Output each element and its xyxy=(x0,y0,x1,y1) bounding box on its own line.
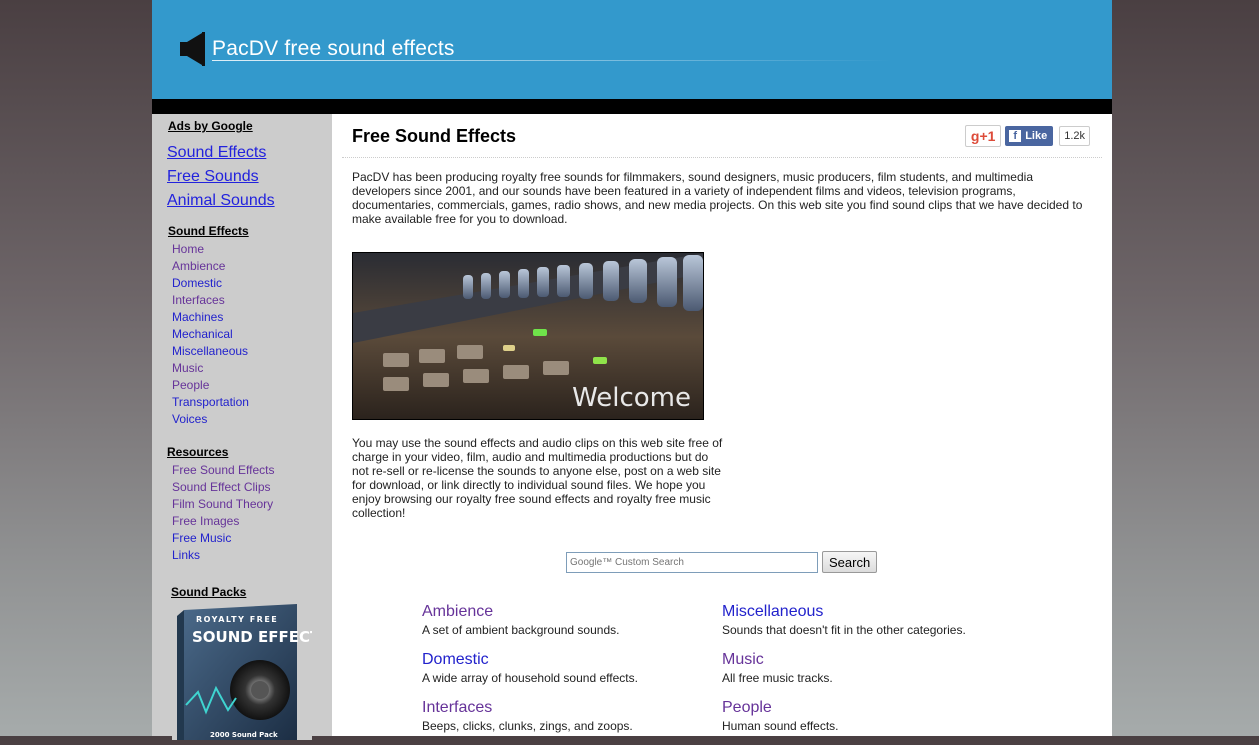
sidebar-item-free-music[interactable]: Free Music xyxy=(172,530,275,547)
title-divider xyxy=(342,157,1102,159)
category-link-domestic[interactable]: Domestic xyxy=(422,650,722,670)
intro-paragraph: PacDV has been producing royalty free so… xyxy=(352,170,1083,226)
search-button[interactable]: Search xyxy=(822,551,878,573)
search-form: Search xyxy=(566,551,878,573)
category-link-miscellaneous[interactable]: Miscellaneous xyxy=(722,602,1022,622)
category-item: Interfaces Beeps, clicks, clunks, zings,… xyxy=(422,698,722,734)
category-link-music[interactable]: Music xyxy=(722,650,1022,670)
sidebar-item-domestic[interactable]: Domestic xyxy=(172,275,249,292)
main-content: Free Sound Effects g+1 f Like 1.2k PacDV… xyxy=(342,114,1102,736)
sidebar-item-links[interactable]: Links xyxy=(172,547,275,564)
sidebar-item-free-sound-effects[interactable]: Free Sound Effects xyxy=(172,462,275,479)
category-desc: Sounds that doesn't fit in the other cat… xyxy=(722,623,966,637)
resources-heading: Resources xyxy=(167,445,229,459)
site-title: PacDV free sound effects xyxy=(212,37,455,60)
welcome-banner-image: Welcome xyxy=(352,252,704,420)
sound-effects-nav: Home Ambience Domestic Interfaces Machin… xyxy=(172,241,249,428)
gplus-button[interactable]: g+1 xyxy=(965,125,1002,147)
sidebar-item-interfaces[interactable]: Interfaces xyxy=(172,292,249,309)
ad-link-sound-effects[interactable]: Sound Effects xyxy=(167,141,275,165)
social-buttons: g+1 f Like 1.2k xyxy=(965,125,1090,147)
ads-heading[interactable]: Ads by Google xyxy=(168,119,253,133)
sidebar: Ads by Google Sound Effects Free Sounds … xyxy=(152,114,332,740)
sidebar-item-miscellaneous[interactable]: Miscellaneous xyxy=(172,343,249,360)
category-desc: Beeps, clicks, clunks, zings, and zoops. xyxy=(422,719,633,733)
ads-links: Sound Effects Free Sounds Animal Sounds xyxy=(167,141,275,213)
sidebar-item-free-images[interactable]: Free Images xyxy=(172,513,275,530)
header-divider xyxy=(212,60,892,61)
category-link-people[interactable]: People xyxy=(722,698,1022,718)
sidebar-item-music[interactable]: Music xyxy=(172,360,249,377)
sidebar-item-ambience[interactable]: Ambience xyxy=(172,258,249,275)
sidebar-item-people[interactable]: People xyxy=(172,377,249,394)
usage-paragraph: You may use the sound effects and audio … xyxy=(352,436,723,520)
sidebar-item-film-sound-theory[interactable]: Film Sound Theory xyxy=(172,496,275,513)
sidebar-item-home[interactable]: Home xyxy=(172,241,249,258)
nav-bar xyxy=(152,99,1112,114)
sound-effects-heading: Sound Effects xyxy=(168,224,249,238)
sound-pack-line1: ROYALTY FREE xyxy=(196,615,278,624)
facebook-icon: f xyxy=(1009,130,1022,142)
resources-nav: Free Sound Effects Sound Effect Clips Fi… xyxy=(172,462,275,564)
welcome-text: Welcome xyxy=(572,383,691,413)
category-desc: A wide array of household sound effects. xyxy=(422,671,638,685)
search-input[interactable] xyxy=(566,551,818,573)
sound-pack-line3: 2000 Sound Pack xyxy=(210,731,278,739)
sidebar-item-machines[interactable]: Machines xyxy=(172,309,249,326)
category-item: People Human sound effects. xyxy=(722,698,1022,734)
sidebar-item-sound-effect-clips[interactable]: Sound Effect Clips xyxy=(172,479,275,496)
category-link-ambience[interactable]: Ambience xyxy=(422,602,722,622)
category-desc: All free music tracks. xyxy=(722,671,833,685)
sound-packs-heading: Sound Packs xyxy=(171,585,247,599)
speaker-icon xyxy=(180,32,206,66)
facebook-like-button[interactable]: f Like xyxy=(1005,126,1054,146)
like-count: 1.2k xyxy=(1059,126,1090,146)
page: PacDV free sound effects Ads by Google S… xyxy=(152,0,1112,740)
sound-pack-image[interactable]: ROYALTY FREE SOUND EFFECTS 2000 Sound Pa… xyxy=(172,600,331,740)
ad-link-free-sounds[interactable]: Free Sounds xyxy=(167,165,275,189)
sound-pack-line2: SOUND EFFECTS xyxy=(192,628,312,646)
category-item: Miscellaneous Sounds that doesn't fit in… xyxy=(722,602,1022,638)
page-title: Free Sound Effects xyxy=(352,126,517,146)
category-item: Music All free music tracks. xyxy=(722,650,1022,686)
sidebar-item-voices[interactable]: Voices xyxy=(172,411,249,428)
category-desc: A set of ambient background sounds. xyxy=(422,623,620,637)
category-link-interfaces[interactable]: Interfaces xyxy=(422,698,722,718)
sidebar-item-transportation[interactable]: Transportation xyxy=(172,394,249,411)
category-item: Domestic A wide array of household sound… xyxy=(422,650,722,686)
category-item: Ambience A set of ambient background sou… xyxy=(422,602,722,638)
ad-link-animal-sounds[interactable]: Animal Sounds xyxy=(167,189,275,213)
site-header: PacDV free sound effects xyxy=(152,0,1112,99)
sidebar-item-mechanical[interactable]: Mechanical xyxy=(172,326,249,343)
like-label: Like xyxy=(1025,130,1048,142)
category-desc: Human sound effects. xyxy=(722,719,839,733)
